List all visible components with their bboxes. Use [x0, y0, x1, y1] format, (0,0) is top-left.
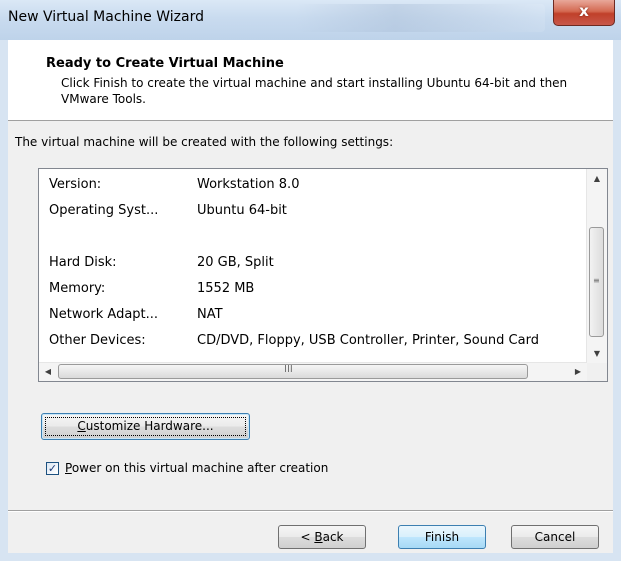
settings-key: Version: [49, 177, 102, 192]
settings-value: CD/DVD, Floppy, USB Controller, Printer,… [197, 333, 539, 348]
titlebar-reflection [295, 4, 545, 32]
back-button[interactable]: < Back [278, 525, 366, 549]
scrollbar-corner [587, 363, 607, 381]
button-label-prefix: < [300, 530, 315, 544]
power-on-label[interactable]: Power on this virtual machine after crea… [65, 461, 328, 475]
vertical-scroll-thumb[interactable]: ≡ [589, 227, 604, 337]
vertical-scrollbar[interactable]: ▲ ≡ ▼ [586, 169, 607, 364]
page-description: Click Finish to create the virtual machi… [61, 76, 568, 106]
settings-list[interactable]: Version: Workstation 8.0 Operating Syst.… [38, 168, 608, 382]
settings-key: Hard Disk: [49, 255, 117, 270]
scroll-up-icon[interactable]: ▲ [587, 169, 607, 189]
settings-value: NAT [197, 307, 223, 322]
window-title: New Virtual Machine Wizard [8, 9, 204, 25]
horizontal-scroll-thumb[interactable]: III [58, 364, 528, 379]
settings-rows: Version: Workstation 8.0 Operating Syst.… [39, 169, 587, 365]
button-label: Finish [424, 530, 460, 544]
settings-intro-text: The virtual machine will be created with… [15, 135, 394, 149]
close-button[interactable]: x [553, 0, 615, 26]
scroll-down-icon[interactable]: ▼ [587, 344, 607, 364]
settings-key: Memory: [49, 281, 106, 296]
focus-rectangle [45, 417, 246, 436]
button-label: ack [322, 530, 344, 544]
settings-key: Operating Syst... [49, 203, 159, 218]
page-title: Ready to Create Virtual Machine [46, 56, 284, 71]
footer-separator [8, 510, 613, 512]
accelerator-key: P [65, 461, 72, 475]
settings-value: Ubuntu 64-bit [197, 203, 287, 218]
wizard-window: New Virtual Machine Wizard x Ready to Cr… [0, 0, 621, 561]
finish-button[interactable]: Finish [398, 525, 486, 549]
customize-hardware-button[interactable]: Customize Hardware... [41, 413, 250, 440]
grip-icon: III [284, 364, 293, 375]
settings-value: 1552 MB [197, 281, 255, 296]
wizard-header: Ready to Create Virtual Machine Click Fi… [8, 40, 613, 121]
scroll-left-icon[interactable]: ◀ [39, 363, 57, 381]
check-icon: ✓ [47, 462, 58, 475]
scroll-right-icon[interactable]: ▶ [569, 363, 587, 381]
power-on-checkbox[interactable]: ✓ [46, 462, 59, 475]
accelerator-key: B [314, 530, 323, 544]
settings-key: Network Adapt... [49, 307, 159, 322]
checkbox-label-text: ower on this virtual machine after creat… [71, 461, 329, 475]
settings-value: 20 GB, Split [197, 255, 274, 270]
horizontal-scrollbar[interactable]: ◀ III ▶ [39, 362, 587, 381]
button-label: Cancel [534, 530, 576, 544]
grip-icon: ≡ [593, 276, 600, 285]
settings-key: Other Devices: [49, 333, 146, 348]
cancel-button[interactable]: Cancel [511, 525, 599, 549]
settings-value: Workstation 8.0 [197, 177, 300, 192]
close-icon: x [579, 2, 589, 20]
title-bar[interactable]: New Virtual Machine Wizard x [0, 0, 621, 40]
